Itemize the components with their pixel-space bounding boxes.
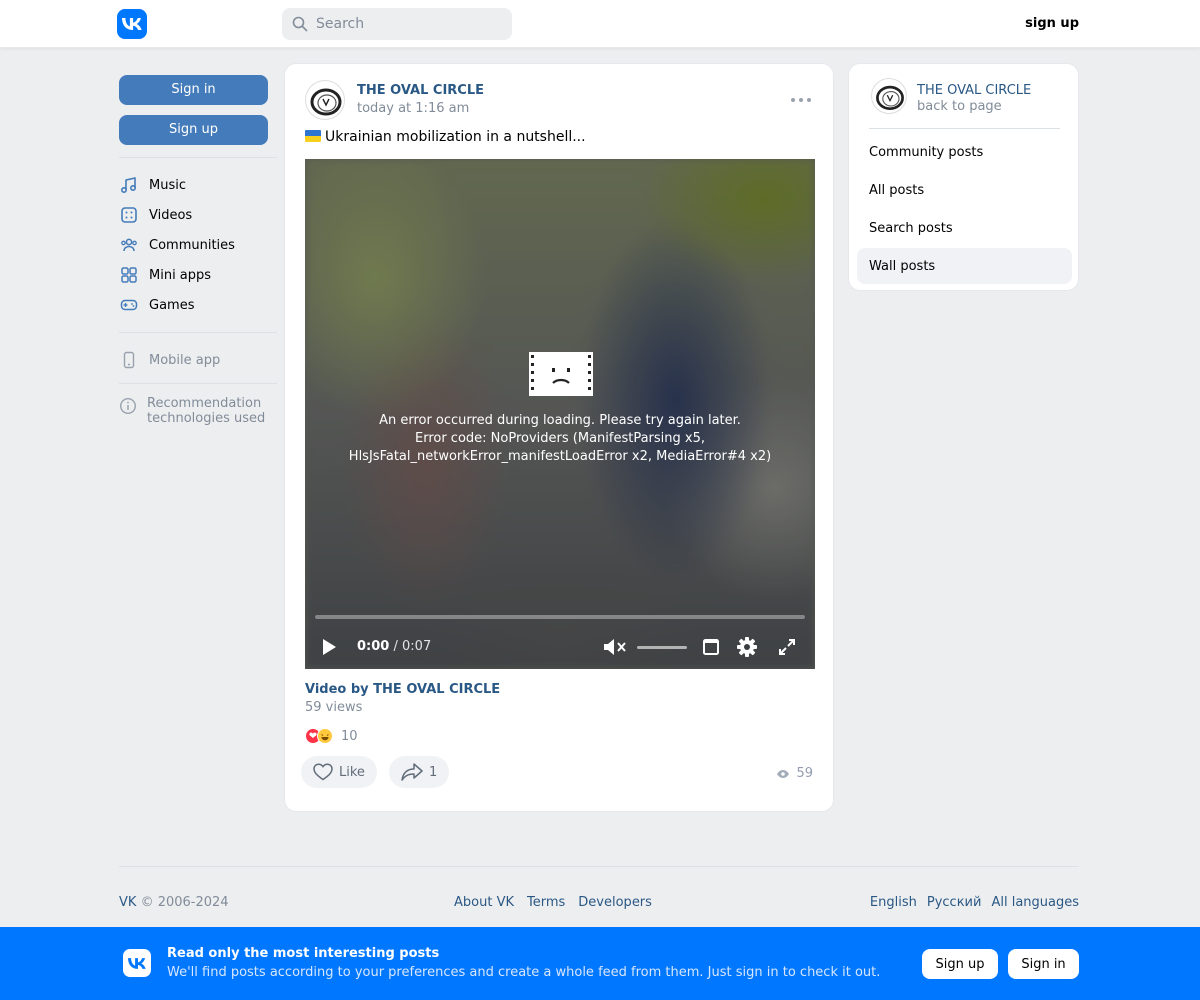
banner-title: Read only the most interesting posts xyxy=(167,946,440,961)
video-player[interactable]: An error occurred during loading. Please… xyxy=(305,159,815,669)
header-signup-link[interactable]: sign up xyxy=(1025,16,1079,31)
post-text: Ukrainian mobilization in a nutshell... xyxy=(305,129,586,145)
nav-divider xyxy=(119,157,277,158)
reactions-summary[interactable]: ❤ 10 xyxy=(305,728,358,744)
search-box[interactable] xyxy=(282,8,512,40)
nav-item-label: Videos xyxy=(149,207,193,223)
nav-item-mobile-app[interactable]: Mobile app xyxy=(119,345,268,375)
nav-item-label: Mobile app xyxy=(149,352,221,368)
nav-item-label: Games xyxy=(149,297,195,313)
nav-item-videos[interactable]: Videos xyxy=(119,200,268,230)
search-icon xyxy=(292,16,308,32)
menu-item-community-posts[interactable]: Community posts xyxy=(857,134,1072,170)
like-button[interactable]: Like xyxy=(301,756,377,788)
community-avatar[interactable] xyxy=(871,78,907,114)
menu-item-all-posts[interactable]: All posts xyxy=(857,172,1072,208)
search-input[interactable] xyxy=(316,16,496,32)
eye-icon xyxy=(776,769,790,779)
video-icon xyxy=(119,205,139,225)
gamepad-icon xyxy=(119,295,139,315)
panel-divider xyxy=(869,128,1060,129)
nav-divider xyxy=(119,383,277,384)
play-icon[interactable] xyxy=(319,637,339,657)
footer-divider xyxy=(119,866,1079,867)
footer-brand-link[interactable]: VK xyxy=(119,895,136,910)
footer-link-terms[interactable]: Terms xyxy=(527,895,565,910)
lang-english[interactable]: English xyxy=(870,895,917,910)
like-label: Like xyxy=(339,764,365,780)
heart-outline-icon xyxy=(313,763,333,781)
post-author-link[interactable]: THE OVAL CIRCLE xyxy=(357,83,484,98)
banner-signup-button[interactable]: Sign up xyxy=(922,949,998,979)
laugh-reaction-icon xyxy=(317,728,333,744)
settings-gear-icon[interactable] xyxy=(735,635,759,659)
nav-item-music[interactable]: Music xyxy=(119,170,268,200)
banner-signin-button[interactable]: Sign in xyxy=(1008,949,1079,979)
footer-link-developers[interactable]: Developers xyxy=(578,895,652,910)
nav-item-recommendation[interactable]: Recommendation technologies used xyxy=(119,396,268,426)
more-options-icon[interactable] xyxy=(791,90,811,110)
top-header: sign up xyxy=(0,0,1200,48)
views-counter: 59 xyxy=(776,766,813,781)
back-to-page-link[interactable]: back to page xyxy=(917,99,1002,114)
lang-all[interactable]: All languages xyxy=(991,895,1079,910)
footer-links: About VK Terms Developers xyxy=(454,895,652,910)
right-panel: THE OVAL CIRCLE back to page Community p… xyxy=(848,63,1079,291)
nav-item-games[interactable]: Games xyxy=(119,290,268,320)
phone-icon xyxy=(119,350,139,370)
footer-link-about[interactable]: About VK xyxy=(454,895,514,910)
apps-icon xyxy=(119,265,139,285)
miniplayer-icon[interactable] xyxy=(701,637,721,657)
share-icon xyxy=(401,763,423,781)
nav-item-label: Communities xyxy=(149,237,235,253)
post-timestamp[interactable]: today at 1:16 am xyxy=(357,101,469,116)
menu-item-search-posts[interactable]: Search posts xyxy=(857,210,1072,246)
menu-item-wall-posts[interactable]: Wall posts xyxy=(857,248,1072,284)
video-progress-bar[interactable] xyxy=(315,615,805,619)
fullscreen-icon[interactable] xyxy=(777,637,797,657)
mute-icon[interactable] xyxy=(603,637,629,657)
banner-subtitle: We'll find posts according to your prefe… xyxy=(167,965,881,980)
users-icon xyxy=(119,235,139,255)
nav-item-label: Music xyxy=(149,177,186,193)
volume-slider[interactable] xyxy=(637,646,687,649)
signup-button[interactable]: Sign up xyxy=(119,115,268,145)
post-card: THE OVAL CIRCLE today at 1:16 am Ukraini… xyxy=(284,63,834,812)
share-button[interactable]: 1 xyxy=(389,756,450,788)
reaction-count: 10 xyxy=(341,728,358,744)
ukraine-flag-icon xyxy=(305,130,321,142)
share-count: 1 xyxy=(429,764,438,780)
footer-copyright: VK © 2006-2024 xyxy=(119,895,229,910)
video-error-message: An error occurred during loading. Please… xyxy=(348,413,772,464)
vk-logo-icon xyxy=(123,949,151,977)
nav-item-mini-apps[interactable]: Mini apps xyxy=(119,260,268,290)
video-title-link[interactable]: Video by THE OVAL CIRCLE xyxy=(305,682,500,697)
video-time: 0:00 / 0:07 xyxy=(357,639,432,654)
nav-divider xyxy=(119,332,277,333)
left-navigation: Sign in Sign up Music Videos Communities… xyxy=(119,75,277,426)
nav-item-label: Recommendation technologies used xyxy=(147,396,266,426)
video-views: 59 views xyxy=(305,700,363,715)
language-links: English Русский All languages xyxy=(870,895,1079,910)
community-name-link[interactable]: THE OVAL CIRCLE xyxy=(917,83,1031,98)
vk-logo-icon[interactable] xyxy=(117,9,147,39)
nav-item-communities[interactable]: Communities xyxy=(119,230,268,260)
sad-film-icon xyxy=(528,351,594,397)
video-controls: 0:00 / 0:07 xyxy=(305,625,815,669)
signin-banner: Read only the most interesting posts We'… xyxy=(0,927,1200,1000)
info-icon xyxy=(119,396,137,416)
lang-russian[interactable]: Русский xyxy=(927,895,982,910)
music-icon xyxy=(119,175,139,195)
post-text-content: Ukrainian mobilization in a nutshell... xyxy=(325,129,586,145)
signin-button[interactable]: Sign in xyxy=(119,75,268,105)
community-avatar[interactable] xyxy=(305,80,345,120)
nav-item-label: Mini apps xyxy=(149,267,212,283)
